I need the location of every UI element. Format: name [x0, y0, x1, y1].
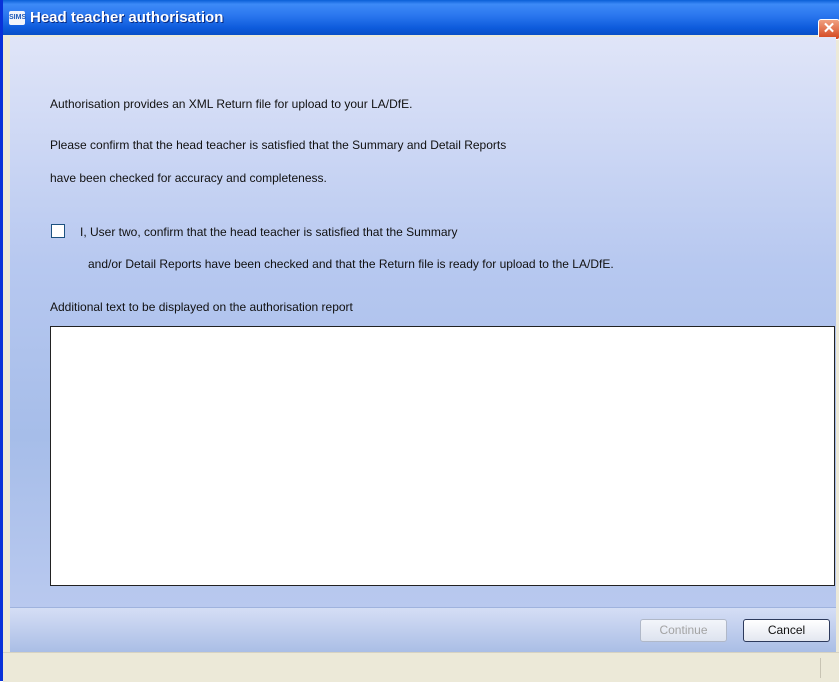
info-text-line-2: Please confirm that the head teacher is …	[50, 138, 507, 152]
window-title: Head teacher authorisation	[30, 9, 224, 26]
additional-text-label: Additional text to be displayed on the a…	[50, 300, 353, 314]
confirm-checkbox-label-line-2[interactable]: and/or Detail Reports have been checked …	[88, 257, 614, 271]
confirm-checkbox[interactable]	[51, 224, 65, 238]
cancel-button[interactable]: Cancel	[743, 619, 830, 642]
continue-button[interactable]: Continue	[640, 619, 727, 642]
info-text-line-1: Authorisation provides an XML Return fil…	[50, 97, 413, 111]
dialog-content: Authorisation provides an XML Return fil…	[10, 37, 836, 607]
sims-app-icon: SIMS	[9, 10, 26, 25]
additional-text-input[interactable]	[50, 326, 835, 586]
resize-grip[interactable]	[820, 658, 821, 678]
title-bar[interactable]: SIMS Head teacher authorisation	[3, 0, 839, 35]
confirm-checkbox-label-line-1[interactable]: I, User two, confirm that the head teach…	[80, 225, 458, 239]
info-text-line-3: have been checked for accuracy and compl…	[50, 171, 327, 185]
status-bar	[3, 652, 839, 682]
